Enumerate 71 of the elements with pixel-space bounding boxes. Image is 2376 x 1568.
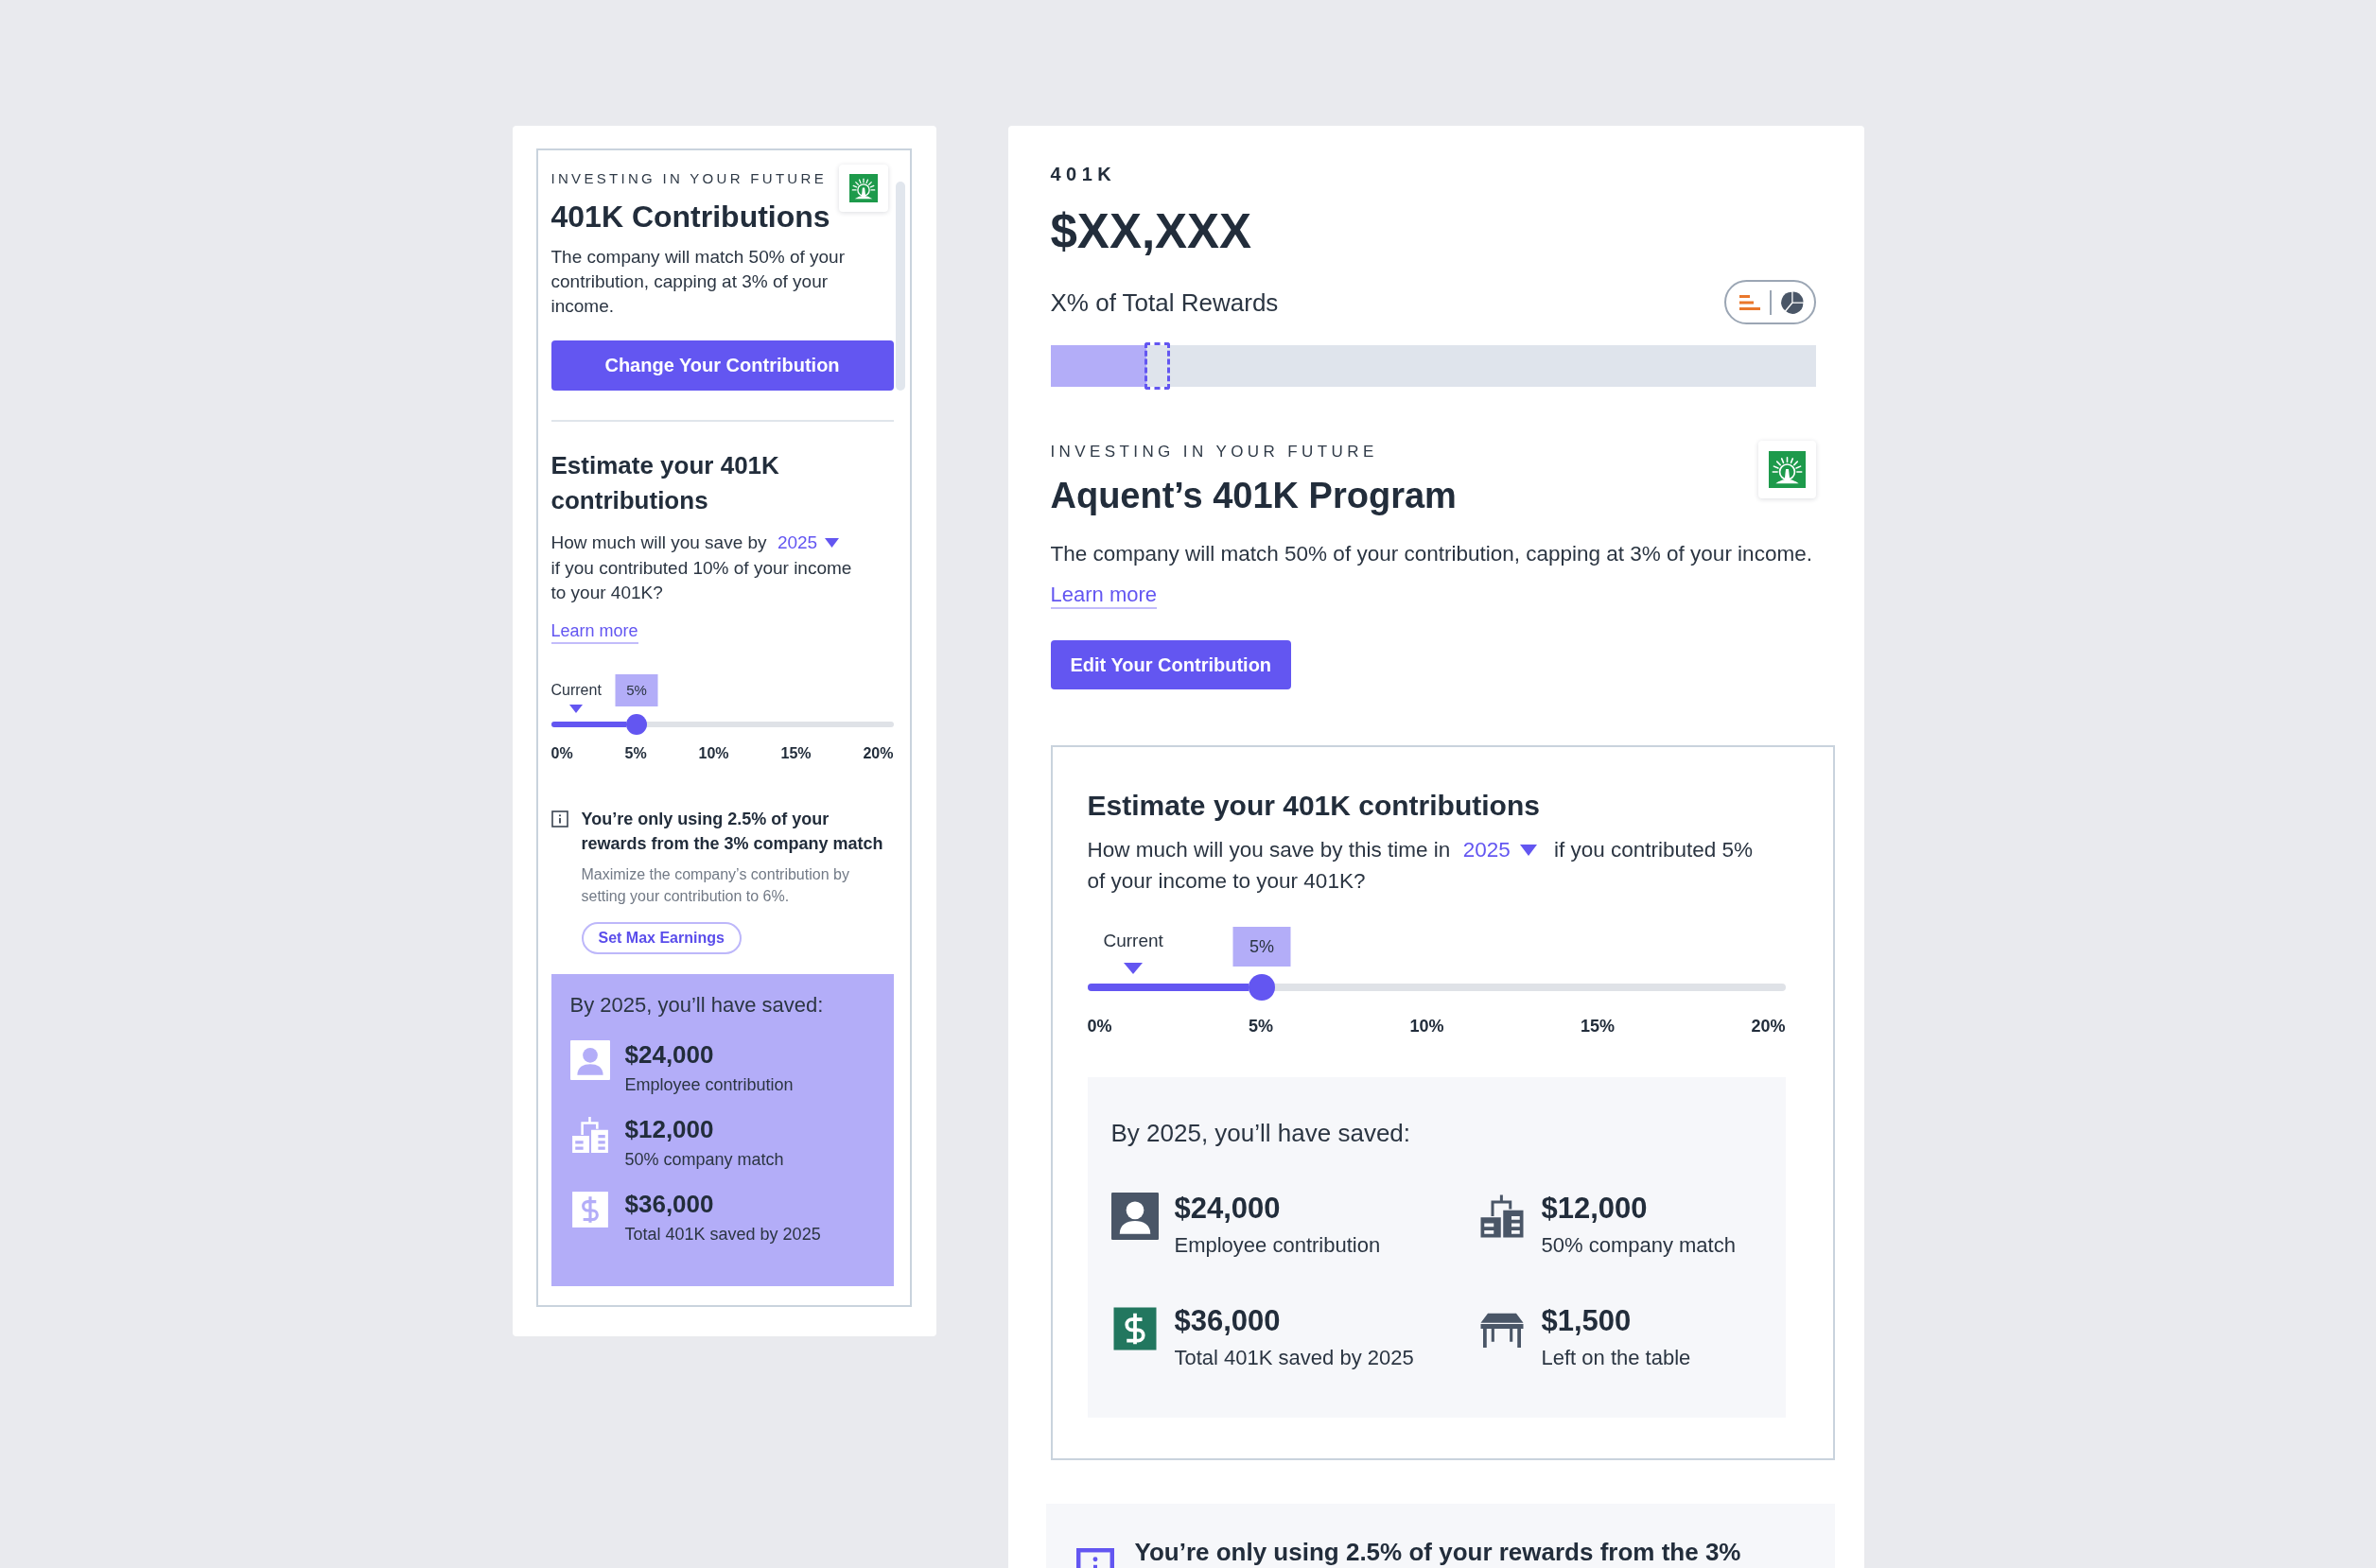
sunrise-logo-icon: [1757, 441, 1816, 498]
notice-title: You’re only using 2.5% of your rewards from the 3% company match: [581, 808, 884, 855]
change-contribution-button[interactable]: Change Your Contribution: [550, 340, 894, 391]
person-icon: [1110, 1193, 1159, 1240]
tick-label: 15%: [780, 744, 812, 762]
amount-label: Employee contribution: [624, 1073, 794, 1095]
triangle-down-icon: [1124, 963, 1144, 974]
tick-label: 10%: [1409, 1016, 1444, 1037]
learn-more-link[interactable]: Learn more: [550, 618, 638, 644]
eyebrow-text: INVESTING IN YOUR FUTURE: [550, 169, 827, 188]
tick-label: 20%: [1751, 1016, 1786, 1037]
question-text: How much will you save by 2025 if you contributed 10% of your income to your 401K?: [550, 531, 853, 604]
pie-chart-icon[interactable]: [1780, 290, 1804, 314]
tick-label: 5%: [624, 744, 647, 762]
current-label: Current: [1103, 931, 1163, 951]
tick-label: 15%: [1580, 1016, 1615, 1037]
card-title: 401K Contributions: [550, 200, 830, 234]
tick-label: 20%: [863, 744, 894, 762]
notice-text: Maximize the company’s contribution by setting your contribution to 6%.: [581, 864, 850, 906]
chart-view-toggle[interactable]: [1723, 280, 1816, 324]
edit-contribution-button[interactable]: Edit Your Contribution: [1050, 640, 1292, 689]
bar-chart-icon[interactable]: [1738, 294, 1760, 310]
section-heading: Estimate your 401K contributions: [1087, 789, 1540, 823]
slider-value-label: 5%: [615, 673, 658, 706]
tick-label: 0%: [550, 744, 573, 762]
eyebrow-text: INVESTING IN YOUR FUTURE: [1050, 442, 1378, 462]
tick-label: 0%: [1087, 1016, 1112, 1037]
program-title: Aquent’s 401K Program: [1050, 475, 1457, 516]
amount-value: $12,000: [624, 1114, 714, 1143]
amount-value: $36,000: [624, 1189, 714, 1218]
savings-heading: By 2025, you’ll have saved:: [569, 992, 824, 1018]
amount-value: $24,000: [624, 1039, 714, 1069]
slider-value-label: 5%: [1232, 927, 1291, 967]
slider-thumb[interactable]: [1249, 974, 1275, 1001]
notice-title: You’re only using 2.5% of your rewards from the 3%: [1134, 1537, 1741, 1568]
caret-down-icon: [1519, 844, 1537, 856]
set-max-earnings-button[interactable]: Set Max Earnings: [581, 921, 742, 954]
caret-down-icon: [825, 538, 840, 549]
tick-label: 10%: [698, 744, 729, 762]
total-amount: $XX,XXX: [1050, 203, 1252, 260]
amount-label: 50% company match: [624, 1148, 784, 1170]
person-icon: [569, 1039, 610, 1080]
section-heading: Estimate your 401K contributions: [550, 450, 780, 516]
slider-thumb[interactable]: [626, 713, 647, 735]
year-dropdown[interactable]: 2025: [1460, 834, 1539, 865]
dashed-marker-icon: [1144, 342, 1170, 390]
amount-label: Total 401K saved by 2025: [1174, 1346, 1414, 1370]
amount-value: $1,500: [1541, 1305, 1632, 1337]
year-dropdown[interactable]: 2025: [775, 531, 842, 556]
amount-label: Left on the table: [1541, 1346, 1691, 1370]
amount-label: Employee contribution: [1174, 1233, 1381, 1258]
amount-value: $24,000: [1174, 1193, 1281, 1225]
eyebrow-text: 401K: [1050, 163, 1117, 185]
amount-label: Total 401K saved by 2025: [624, 1223, 821, 1245]
triangle-down-icon: [569, 704, 584, 713]
tick-label: 5%: [1249, 1016, 1273, 1037]
sunrise-logo-icon: [838, 165, 888, 212]
scrollbar-thumb[interactable]: [895, 182, 905, 391]
buildings-icon: [569, 1114, 610, 1155]
amount-value: $12,000: [1541, 1193, 1648, 1225]
description-text: The company will match 50% of your contribution, capping at 3% of your income.: [550, 246, 846, 318]
learn-more-link[interactable]: Learn more: [1050, 583, 1157, 609]
description-text: The company will match 50% of your contribution, capping at 3% of your income.: [1050, 541, 1812, 567]
dollar-icon: [569, 1189, 610, 1229]
question-text: How much will you save by this time in 2025 if you contributed 5% of your income to your 401K?: [1087, 834, 1755, 897]
savings-heading: By 2025, you’ll have saved:: [1110, 1119, 1411, 1147]
share-label: X% of Total Rewards: [1050, 287, 1279, 318]
current-label: Current: [550, 681, 602, 699]
info-icon: [550, 810, 568, 828]
amount-label: 50% company match: [1541, 1233, 1736, 1258]
amount-value: $36,000: [1174, 1305, 1281, 1337]
